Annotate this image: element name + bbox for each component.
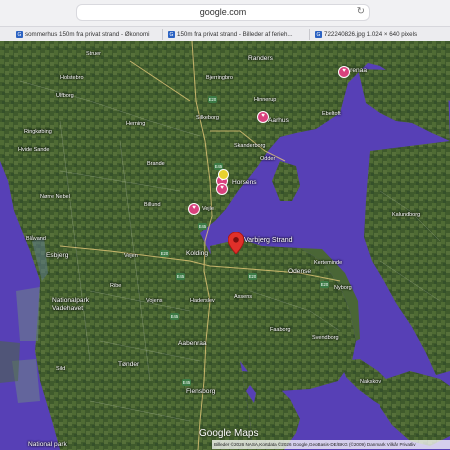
place-label[interactable]: Vejen <box>124 253 138 259</box>
saved-place-heart-icon[interactable]: ♥ <box>257 111 269 123</box>
place-label[interactable]: Kolding <box>186 250 208 257</box>
place-label[interactable]: Brande <box>147 161 165 167</box>
reload-icon[interactable]: ↻ <box>357 6 365 17</box>
place-label[interactable]: Herning <box>126 121 145 127</box>
tab-3[interactable]: G 722240826.jpg 1.024 × 640 pixels <box>313 28 450 41</box>
place-label[interactable]: Odder <box>260 156 275 162</box>
road-badge: E45 <box>170 313 179 320</box>
road-badge: E20 <box>248 273 257 280</box>
address-text: google.com <box>199 7 247 17</box>
favicon-icon: G <box>16 31 23 38</box>
place-label[interactable]: Assens <box>234 294 252 300</box>
tab-divider <box>162 29 163 40</box>
place-label[interactable]: Randers <box>248 55 273 62</box>
place-label[interactable]: Vejle <box>202 206 214 212</box>
place-label[interactable]: Flensborg <box>186 388 215 395</box>
starred-place-icon[interactable] <box>218 169 229 180</box>
place-label[interactable]: Kerteminde <box>314 260 342 266</box>
place-label[interactable]: Bjerringbro <box>206 75 233 81</box>
place-label[interactable]: Nyborg <box>334 285 352 291</box>
place-label[interactable]: Svendborg <box>312 335 339 341</box>
place-label[interactable]: Tønder <box>118 361 139 368</box>
place-label[interactable]: Vojens <box>146 298 163 304</box>
place-label[interactable]: Aarhus <box>268 117 289 124</box>
tab-label: sommerhus 150m fra privat strand - Økono… <box>25 31 150 38</box>
tab-label: 722240826.jpg 1.024 × 640 pixels <box>324 31 418 38</box>
road-badge: E20 <box>320 281 329 288</box>
place-label[interactable]: Ringkøbing <box>24 129 52 135</box>
place-label[interactable]: Blåvand <box>26 236 46 242</box>
road-badge: E20 <box>160 250 169 257</box>
place-label[interactable]: Kalundborg <box>392 212 420 218</box>
place-label[interactable]: Horsens <box>232 179 257 186</box>
map-attribution[interactable]: Billeder ©2026 NASA,Kortdata ©2026 Googl… <box>212 440 450 449</box>
road-badge: E45 <box>198 223 207 230</box>
road-badge: E20 <box>208 96 217 103</box>
place-label[interactable]: Aabenraa <box>178 340 207 347</box>
place-label[interactable]: Skanderborg <box>234 143 266 149</box>
road-badge: E45 <box>176 273 185 280</box>
place-label[interactable]: Hvide Sande <box>18 147 50 153</box>
place-label[interactable]: Ribe <box>110 283 121 289</box>
place-label[interactable]: Billund <box>144 202 161 208</box>
tab-label: 150m fra privat strand - Billeder af fer… <box>177 31 293 38</box>
place-label[interactable]: Silkeborg <box>196 115 219 121</box>
favicon-icon: G <box>168 31 175 38</box>
map-terrain <box>0 41 450 450</box>
place-label[interactable]: Faaborg <box>270 327 291 333</box>
place-label[interactable]: National park <box>28 441 67 448</box>
saved-place-heart-icon[interactable]: ♥ <box>338 66 350 78</box>
tab-bar: G sommerhus 150m fra privat strand - Øko… <box>0 26 450 41</box>
place-label[interactable]: Nørre Nebel <box>40 194 70 200</box>
address-bar[interactable]: google.com ↻ <box>76 4 370 21</box>
place-label[interactable]: Haderslev <box>190 298 215 304</box>
place-label[interactable]: Ulfborg <box>56 93 74 99</box>
selected-location-pin-icon[interactable] <box>228 232 244 254</box>
tab-1[interactable]: G sommerhus 150m fra privat strand - Øko… <box>14 28 164 41</box>
satellite-map[interactable]: Struer Holstebro Ulfborg Ringkøbing Hern… <box>0 41 450 450</box>
selected-place-label[interactable]: Varbjerg Strand <box>244 237 293 244</box>
place-label[interactable]: Ebeltoft <box>322 111 341 117</box>
google-maps-logo: Google Maps <box>199 428 259 439</box>
road-badge: E45 <box>182 379 191 386</box>
saved-place-heart-icon[interactable]: ♥ <box>216 183 228 195</box>
place-label[interactable]: Holstebro <box>60 75 84 81</box>
tab-divider <box>309 29 310 40</box>
place-label[interactable]: Hinnerup <box>254 97 276 103</box>
browser-chrome: google.com ↻ G sommerhus 150m fra privat… <box>0 0 450 41</box>
place-label[interactable]: Nakskov <box>360 379 381 385</box>
favicon-icon: G <box>315 31 322 38</box>
place-label[interactable]: Struer <box>86 51 101 57</box>
place-label[interactable]: Sild <box>56 366 65 372</box>
tab-2[interactable]: G 150m fra privat strand - Billeder af f… <box>166 28 306 41</box>
place-label[interactable]: Esbjerg <box>46 252 68 259</box>
place-label[interactable]: Odense <box>288 268 311 275</box>
saved-place-heart-icon[interactable]: ♥ <box>188 203 200 215</box>
place-label[interactable]: Nationalpark Vadehavet <box>52 297 102 313</box>
